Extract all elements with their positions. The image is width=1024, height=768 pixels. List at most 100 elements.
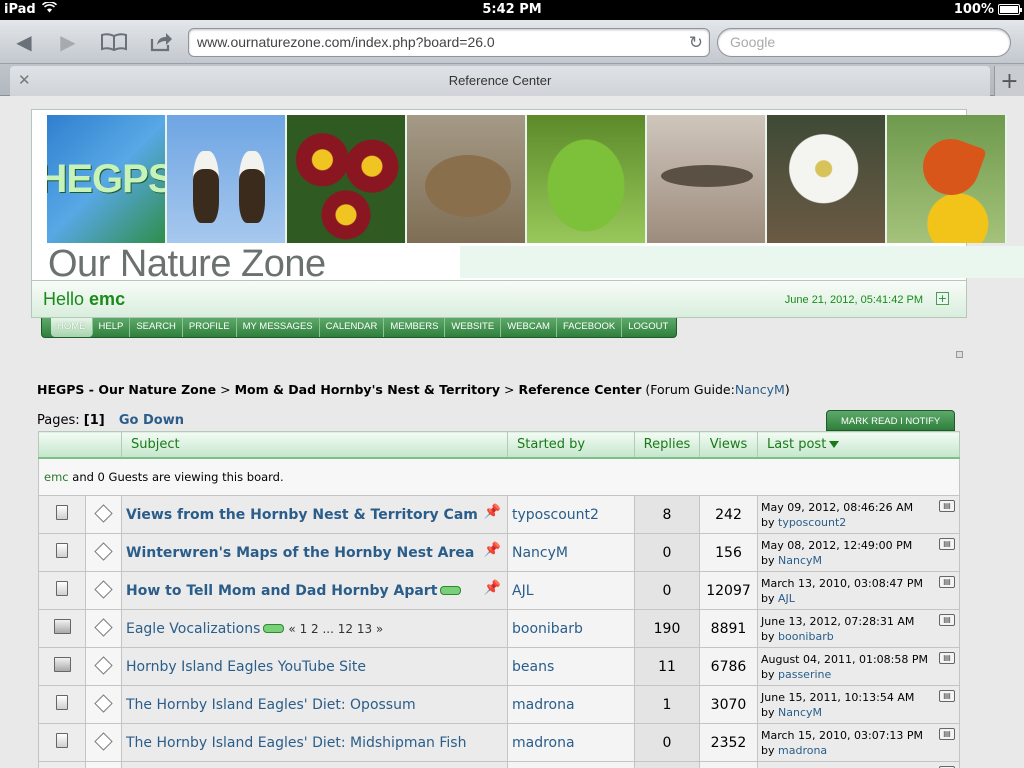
topic-pages[interactable]: « 1 2 ... 12 13 »: [288, 622, 383, 636]
fish-photo: [647, 115, 767, 243]
clock: 5:42 PM: [482, 2, 542, 17]
started-by-cell: madrona: [507, 685, 635, 724]
starter-link[interactable]: typoscount2: [512, 507, 599, 523]
subject-cell: Hornby Island Eagles YouTube Site: [121, 647, 508, 686]
battery-percent: 100%: [953, 2, 994, 17]
site-logo[interactable]: HEGPS: [47, 115, 167, 243]
views-cell: 3244: [699, 761, 758, 768]
topic-link[interactable]: Views from the Hornby Nest & Territory C…: [126, 507, 478, 523]
forum-guide-link[interactable]: NancyM: [735, 382, 785, 397]
nav-members[interactable]: MEMBERS: [384, 318, 446, 337]
back-icon[interactable]: ◀: [10, 29, 38, 55]
tab-title: Reference Center: [448, 73, 552, 88]
topic-link[interactable]: Eagle Vocalizations: [126, 621, 260, 637]
starter-link[interactable]: madrona: [512, 735, 575, 751]
last-post-icon[interactable]: ▤: [939, 538, 955, 550]
last-post-header[interactable]: Last post: [757, 431, 960, 459]
nav-logout[interactable]: LOGOUT: [622, 318, 674, 337]
views-header[interactable]: Views: [699, 431, 758, 459]
topic-link[interactable]: The Hornby Island Eagles' Diet: Midshipm…: [126, 735, 466, 751]
last-poster-link[interactable]: typoscount2: [778, 516, 846, 529]
subject-header[interactable]: Subject: [121, 431, 508, 459]
last-poster-link[interactable]: madrona: [778, 744, 827, 757]
nav-facebook[interactable]: FACEBOOK: [557, 318, 623, 337]
last-post-icon[interactable]: ▤: [939, 614, 955, 626]
subject-cell: Winterwren's Maps of the Hornby Nest Are…: [121, 533, 508, 572]
last-post-date: May 09, 2012, 08:46:26 AM: [761, 500, 914, 514]
breadcrumb-board-parent[interactable]: Mom & Dad Hornby's Nest & Territory: [235, 382, 500, 397]
plus-icon[interactable]: +: [994, 66, 1024, 96]
message-icon-cell: [85, 495, 122, 534]
topic-link[interactable]: Winterwren's Maps of the Hornby Nest Are…: [126, 545, 474, 561]
breadcrumb-current[interactable]: Reference Center: [518, 382, 641, 397]
topic-table: Subject Started by Replies Views Last po…: [38, 431, 960, 768]
topic-icon: [56, 581, 68, 596]
url-text: www.ournaturezone.com/index.php?board=26…: [197, 34, 495, 50]
nav-search[interactable]: SEARCH: [130, 318, 183, 337]
topic-link[interactable]: The Hornby Island Eagles' Diet: Opossum: [126, 697, 416, 713]
mark-read-notify-button[interactable]: MARK READ I NOTIFY: [826, 410, 955, 431]
viewing-user[interactable]: emc: [44, 470, 69, 484]
viewing-text: and 0 Guests are viewing this board.: [72, 469, 284, 484]
starter-link[interactable]: boonibarb: [512, 621, 583, 637]
eagles-photo: [167, 115, 287, 243]
nav-calendar[interactable]: CALENDAR: [320, 318, 385, 337]
breadcrumb-home[interactable]: HEGPS - Our Nature Zone: [37, 382, 216, 397]
nav-webcam[interactable]: WEBCAM: [501, 318, 557, 337]
last-poster-link[interactable]: NancyM: [778, 554, 822, 567]
forward-icon[interactable]: ▶: [54, 29, 82, 55]
last-post-icon[interactable]: ▤: [939, 728, 955, 740]
last-poster-link[interactable]: passerine: [778, 668, 831, 681]
reload-icon[interactable]: ↻: [689, 33, 703, 53]
bookmarks-icon[interactable]: [99, 29, 129, 55]
topic-link[interactable]: Hornby Island Eagles YouTube Site: [126, 659, 366, 675]
started-by-header[interactable]: Started by: [507, 431, 635, 459]
new-badge-icon[interactable]: [263, 624, 285, 633]
last-post-icon[interactable]: ▤: [939, 652, 955, 664]
pagination: Pages: [1] Go Down: [37, 413, 184, 428]
last-poster-link[interactable]: boonibarb: [778, 630, 834, 643]
replies-cell: 1: [634, 685, 700, 724]
message-icon-cell: [85, 723, 122, 762]
share-icon[interactable]: [146, 29, 176, 55]
last-post-icon[interactable]: ▤: [939, 690, 955, 702]
replies-header[interactable]: Replies: [634, 431, 700, 459]
last-post-by: by NancyM: [761, 705, 959, 720]
starter-link[interactable]: NancyM: [512, 545, 568, 561]
expand-icon[interactable]: +: [936, 292, 949, 305]
header-fade: [460, 246, 1024, 278]
url-field[interactable]: www.ournaturezone.com/index.php?board=26…: [188, 28, 710, 57]
tab-reference-center[interactable]: ✕ Reference Center: [10, 66, 990, 96]
last-poster-link[interactable]: AJL: [778, 592, 795, 605]
nav-home[interactable]: HOME: [51, 318, 93, 337]
topic-status-cell: [38, 533, 86, 572]
topic-link[interactable]: How to Tell Mom and Dad Hornby Apart: [126, 583, 437, 599]
subject-cell: The Hornby Island Eagles' Diet: Midshipm…: [121, 723, 508, 762]
last-post-cell: May 08, 2012, 12:49:00 PM by NancyM ▤: [757, 533, 960, 572]
last-post-date: August 04, 2011, 01:08:58 PM: [761, 652, 928, 666]
search-field[interactable]: Google: [717, 28, 1011, 57]
table-row: Views from the Hornby Nest & Territory C…: [38, 495, 960, 534]
topic-icon: [56, 695, 68, 710]
nav-my-messages[interactable]: MY MESSAGES: [237, 318, 320, 337]
starter-link[interactable]: AJL: [512, 583, 534, 599]
starter-link[interactable]: madrona: [512, 697, 575, 713]
new-badge-icon[interactable]: [440, 586, 462, 595]
topic-icon: [53, 657, 71, 672]
last-poster-link[interactable]: NancyM: [778, 706, 822, 719]
go-down-link[interactable]: Go Down: [119, 413, 184, 428]
last-post-icon[interactable]: ▤: [939, 500, 955, 512]
last-post-icon[interactable]: ▤: [939, 576, 955, 588]
username: emc: [89, 289, 126, 309]
topic-status-cell: [38, 723, 86, 762]
starter-link[interactable]: beans: [512, 659, 554, 675]
nav-profile[interactable]: PROFILE: [183, 318, 237, 337]
collapse-icon[interactable]: [956, 351, 963, 358]
nav-help[interactable]: HELP: [93, 318, 131, 337]
started-by-cell: boonibarb: [507, 609, 635, 648]
greeting-prefix: Hello: [43, 289, 85, 309]
replies-cell: 0: [634, 533, 700, 572]
last-post-cell: May 09, 2012, 08:46:26 AM by typoscount2…: [757, 495, 960, 534]
topic-icon: [56, 505, 68, 520]
nav-website[interactable]: WEBSITE: [445, 318, 502, 337]
